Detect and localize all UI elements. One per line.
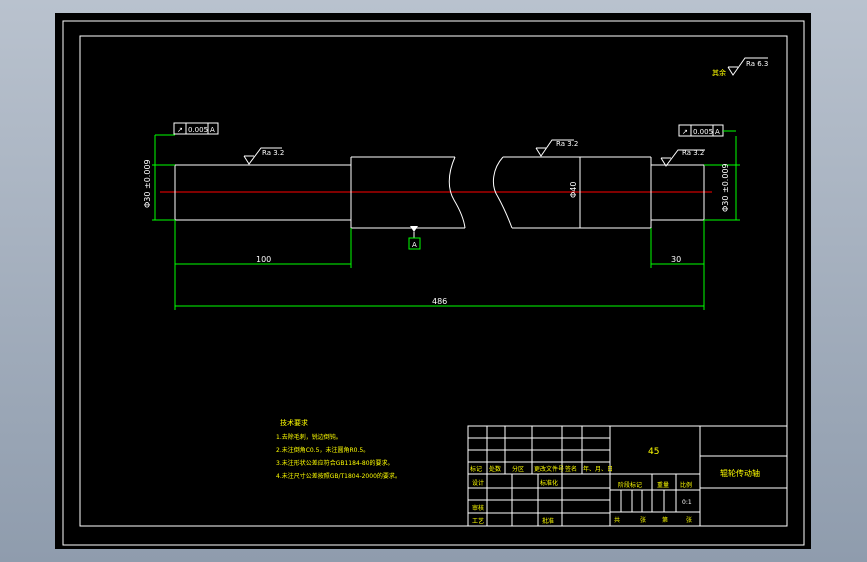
roughness-right-value: Ra 3.2 xyxy=(682,149,704,157)
outer-border xyxy=(62,20,805,546)
tb-count: 处数 xyxy=(489,465,501,473)
left-tol-symbol: ↗ xyxy=(177,126,183,134)
roughness-left-value: Ra 3.2 xyxy=(262,149,284,157)
left-diameter-text: Φ30 ±0.009 xyxy=(143,159,152,208)
roughness-general-label: 其余 xyxy=(712,68,726,77)
tb-change-doc: 更改文件号 xyxy=(534,465,564,473)
tb-stage-mark: 阶段标记 xyxy=(618,481,642,489)
tb-scale-label: 比例 xyxy=(680,481,692,489)
right-tol-datum: A xyxy=(715,128,720,136)
tb-sheet-total: 共 xyxy=(614,516,620,524)
note-item: 4.未注尺寸公差按照GB/T1804-2000的要求。 xyxy=(276,472,401,480)
tb-sheet-label2: 张 xyxy=(686,516,692,524)
dim-right-length: 30 xyxy=(671,255,681,264)
note-item: 2.未注倒角C0.5，未注圆角R0.5。 xyxy=(276,446,369,454)
right-diameter-text: Φ30 ±0.009 xyxy=(721,163,730,212)
part-name-text: 辊轮传动轴 xyxy=(720,468,760,478)
tb-sign: 签名 xyxy=(565,465,577,473)
tb-sheet-label: 张 xyxy=(640,516,646,524)
inner-border xyxy=(79,35,788,527)
drawing-canvas: 其余 Ra 6.3 Φ30 ±0.009 ↗ 0.005 A Ra 3.2 Ra… xyxy=(62,20,805,546)
middle-diameter-text: Φ40 xyxy=(569,182,578,198)
note-item: 1.去除毛刺，锐边倒钝。 xyxy=(276,433,342,441)
tb-design: 设计 xyxy=(472,479,484,487)
tb-weight: 重量 xyxy=(657,481,669,489)
tb-mark: 标记 xyxy=(470,465,482,473)
tb-date: 年、月、日 xyxy=(583,465,613,473)
notes-title: 技术要求 xyxy=(280,418,308,427)
tb-standardization: 标准化 xyxy=(540,479,558,487)
right-tol-symbol: ↗ xyxy=(682,128,688,136)
material-text: 45 xyxy=(648,447,659,457)
technical-notes: 技术要求 1.去除毛刺，锐边倒钝。 2.未注倒角C0.5，未注圆角R0.5。 3… xyxy=(276,418,401,480)
left-tol-value: 0.005 xyxy=(188,126,208,134)
tb-review: 审核 xyxy=(472,504,484,512)
dim-total-length: 486 xyxy=(432,297,447,306)
tb-scale-value: 0:1 xyxy=(682,499,692,506)
roughness-middle-value: Ra 3.2 xyxy=(556,140,578,148)
roughness-general-value: Ra 6.3 xyxy=(746,60,768,68)
datum-label: A xyxy=(412,241,417,249)
left-tol-datum: A xyxy=(210,126,215,134)
tb-approve: 批准 xyxy=(542,517,554,525)
note-item: 3.未注形状公差应符合GB1184-80的要求。 xyxy=(276,459,394,467)
cad-viewport[interactable]: 其余 Ra 6.3 Φ30 ±0.009 ↗ 0.005 A Ra 3.2 Ra… xyxy=(55,13,811,549)
dim-left-diameter xyxy=(152,134,175,221)
tb-process: 工艺 xyxy=(472,517,484,525)
right-tol-value: 0.005 xyxy=(693,128,713,136)
tb-zone: 分区 xyxy=(512,465,524,473)
dim-left-length: 100 xyxy=(256,255,271,264)
tb-sheet-no: 第 xyxy=(662,516,668,524)
